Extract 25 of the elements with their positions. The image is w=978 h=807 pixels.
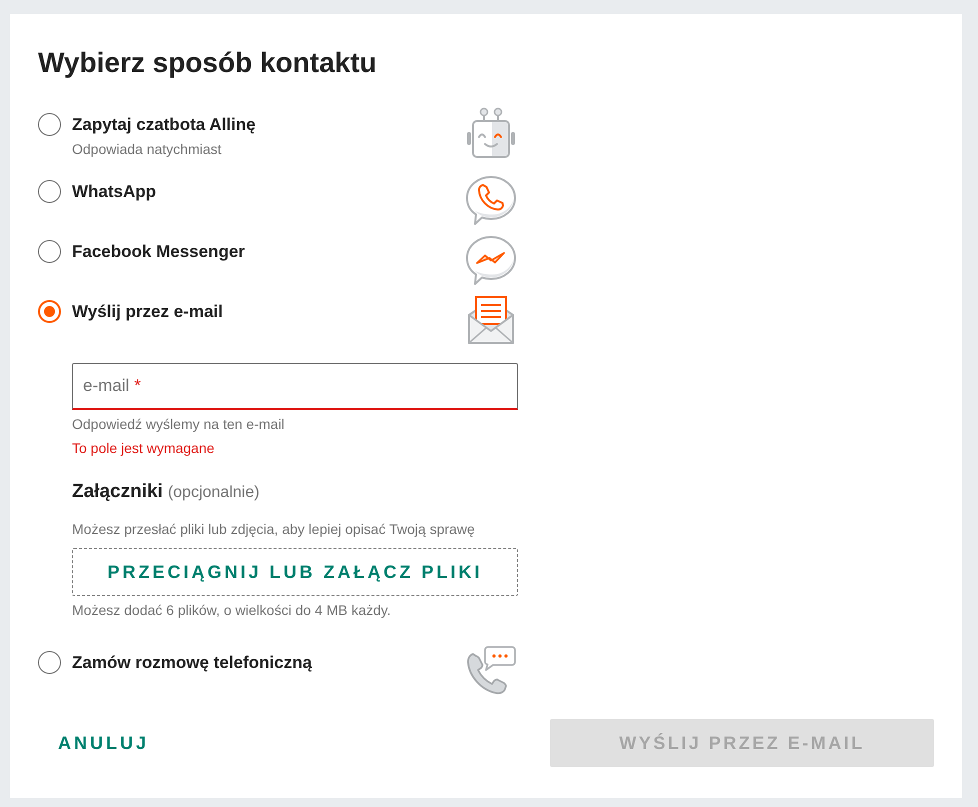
option-description: Odpowiada natychmiast: [72, 140, 222, 159]
radio-button[interactable]: [38, 180, 61, 203]
option-label[interactable]: Zapytaj czatbota Allinę: [72, 113, 256, 137]
option-label[interactable]: Wyślij przez e-mail: [72, 300, 223, 324]
cancel-button[interactable]: ANULUJ: [38, 719, 170, 767]
attachments-title: Załączniki: [72, 480, 163, 504]
radio-button[interactable]: [38, 240, 61, 263]
option-label[interactable]: Zamów rozmowę telefoniczną: [72, 651, 312, 675]
phone-speech-bubble-icon: [464, 174, 518, 226]
zigzag-speech-bubble-icon: [464, 234, 518, 286]
radio-button[interactable]: [38, 651, 61, 674]
attachments-description: Możesz przesłać pliki lub zdjęcia, aby lepiej opisać Twoją sprawę: [72, 520, 476, 539]
option-label[interactable]: Facebook Messenger: [72, 240, 245, 264]
attachments-limits: Możesz dodać 6 plików, o wielkości do 4 MB każdy.: [72, 601, 392, 620]
robot-icon: [464, 107, 518, 159]
field-hint: Odpowiedź wyślemy na ten e-mail: [72, 415, 286, 434]
radio-button[interactable]: [38, 300, 61, 323]
email-field[interactable]: e-mail *: [72, 363, 518, 410]
error-message: To pole jest wymagane: [72, 439, 216, 458]
dialog-title: Wybierz sposób kontaktu: [38, 46, 378, 80]
radio-button[interactable]: [38, 113, 61, 136]
option-label[interactable]: WhatsApp: [72, 180, 156, 204]
optional-note: (opcjonalnie): [168, 483, 260, 503]
phone-handset-chat-icon: [464, 645, 518, 697]
attach-files-button[interactable]: PRZECIĄGNIJ LUB ZAŁĄCZ PLIKI: [72, 548, 518, 596]
